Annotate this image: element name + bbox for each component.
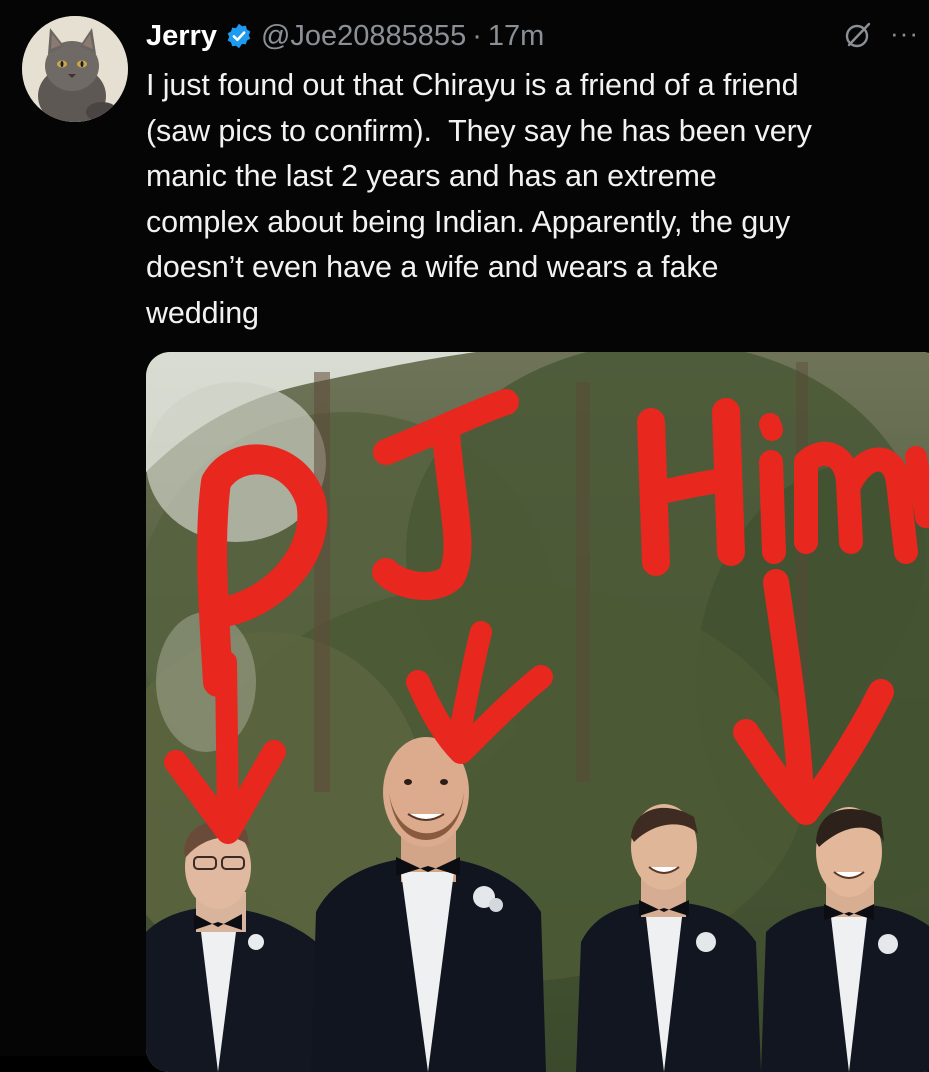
- author-handle[interactable]: @Joe20885855: [261, 14, 466, 58]
- verified-badge-icon: [225, 22, 253, 50]
- author-name[interactable]: Jerry: [146, 14, 217, 58]
- cat-avatar-image: [22, 16, 128, 122]
- grok-icon[interactable]: [843, 20, 873, 50]
- avatar[interactable]: [22, 16, 128, 122]
- tweet[interactable]: Jerry @Joe20885855 · 17m ··· I just foun…: [0, 0, 929, 1072]
- tweet-header: Jerry @Joe20885855 · 17m: [146, 14, 929, 58]
- timestamp[interactable]: 17m: [488, 14, 544, 58]
- wedding-photo: [146, 352, 929, 1072]
- tweet-media-photo[interactable]: [146, 352, 929, 1072]
- annotation-arrow-1: [215, 651, 239, 833]
- more-options-icon[interactable]: ···: [890, 18, 929, 48]
- tweet-text: I just found out that Chirayu is a frien…: [146, 68, 812, 330]
- separator-dot: ·: [472, 20, 482, 52]
